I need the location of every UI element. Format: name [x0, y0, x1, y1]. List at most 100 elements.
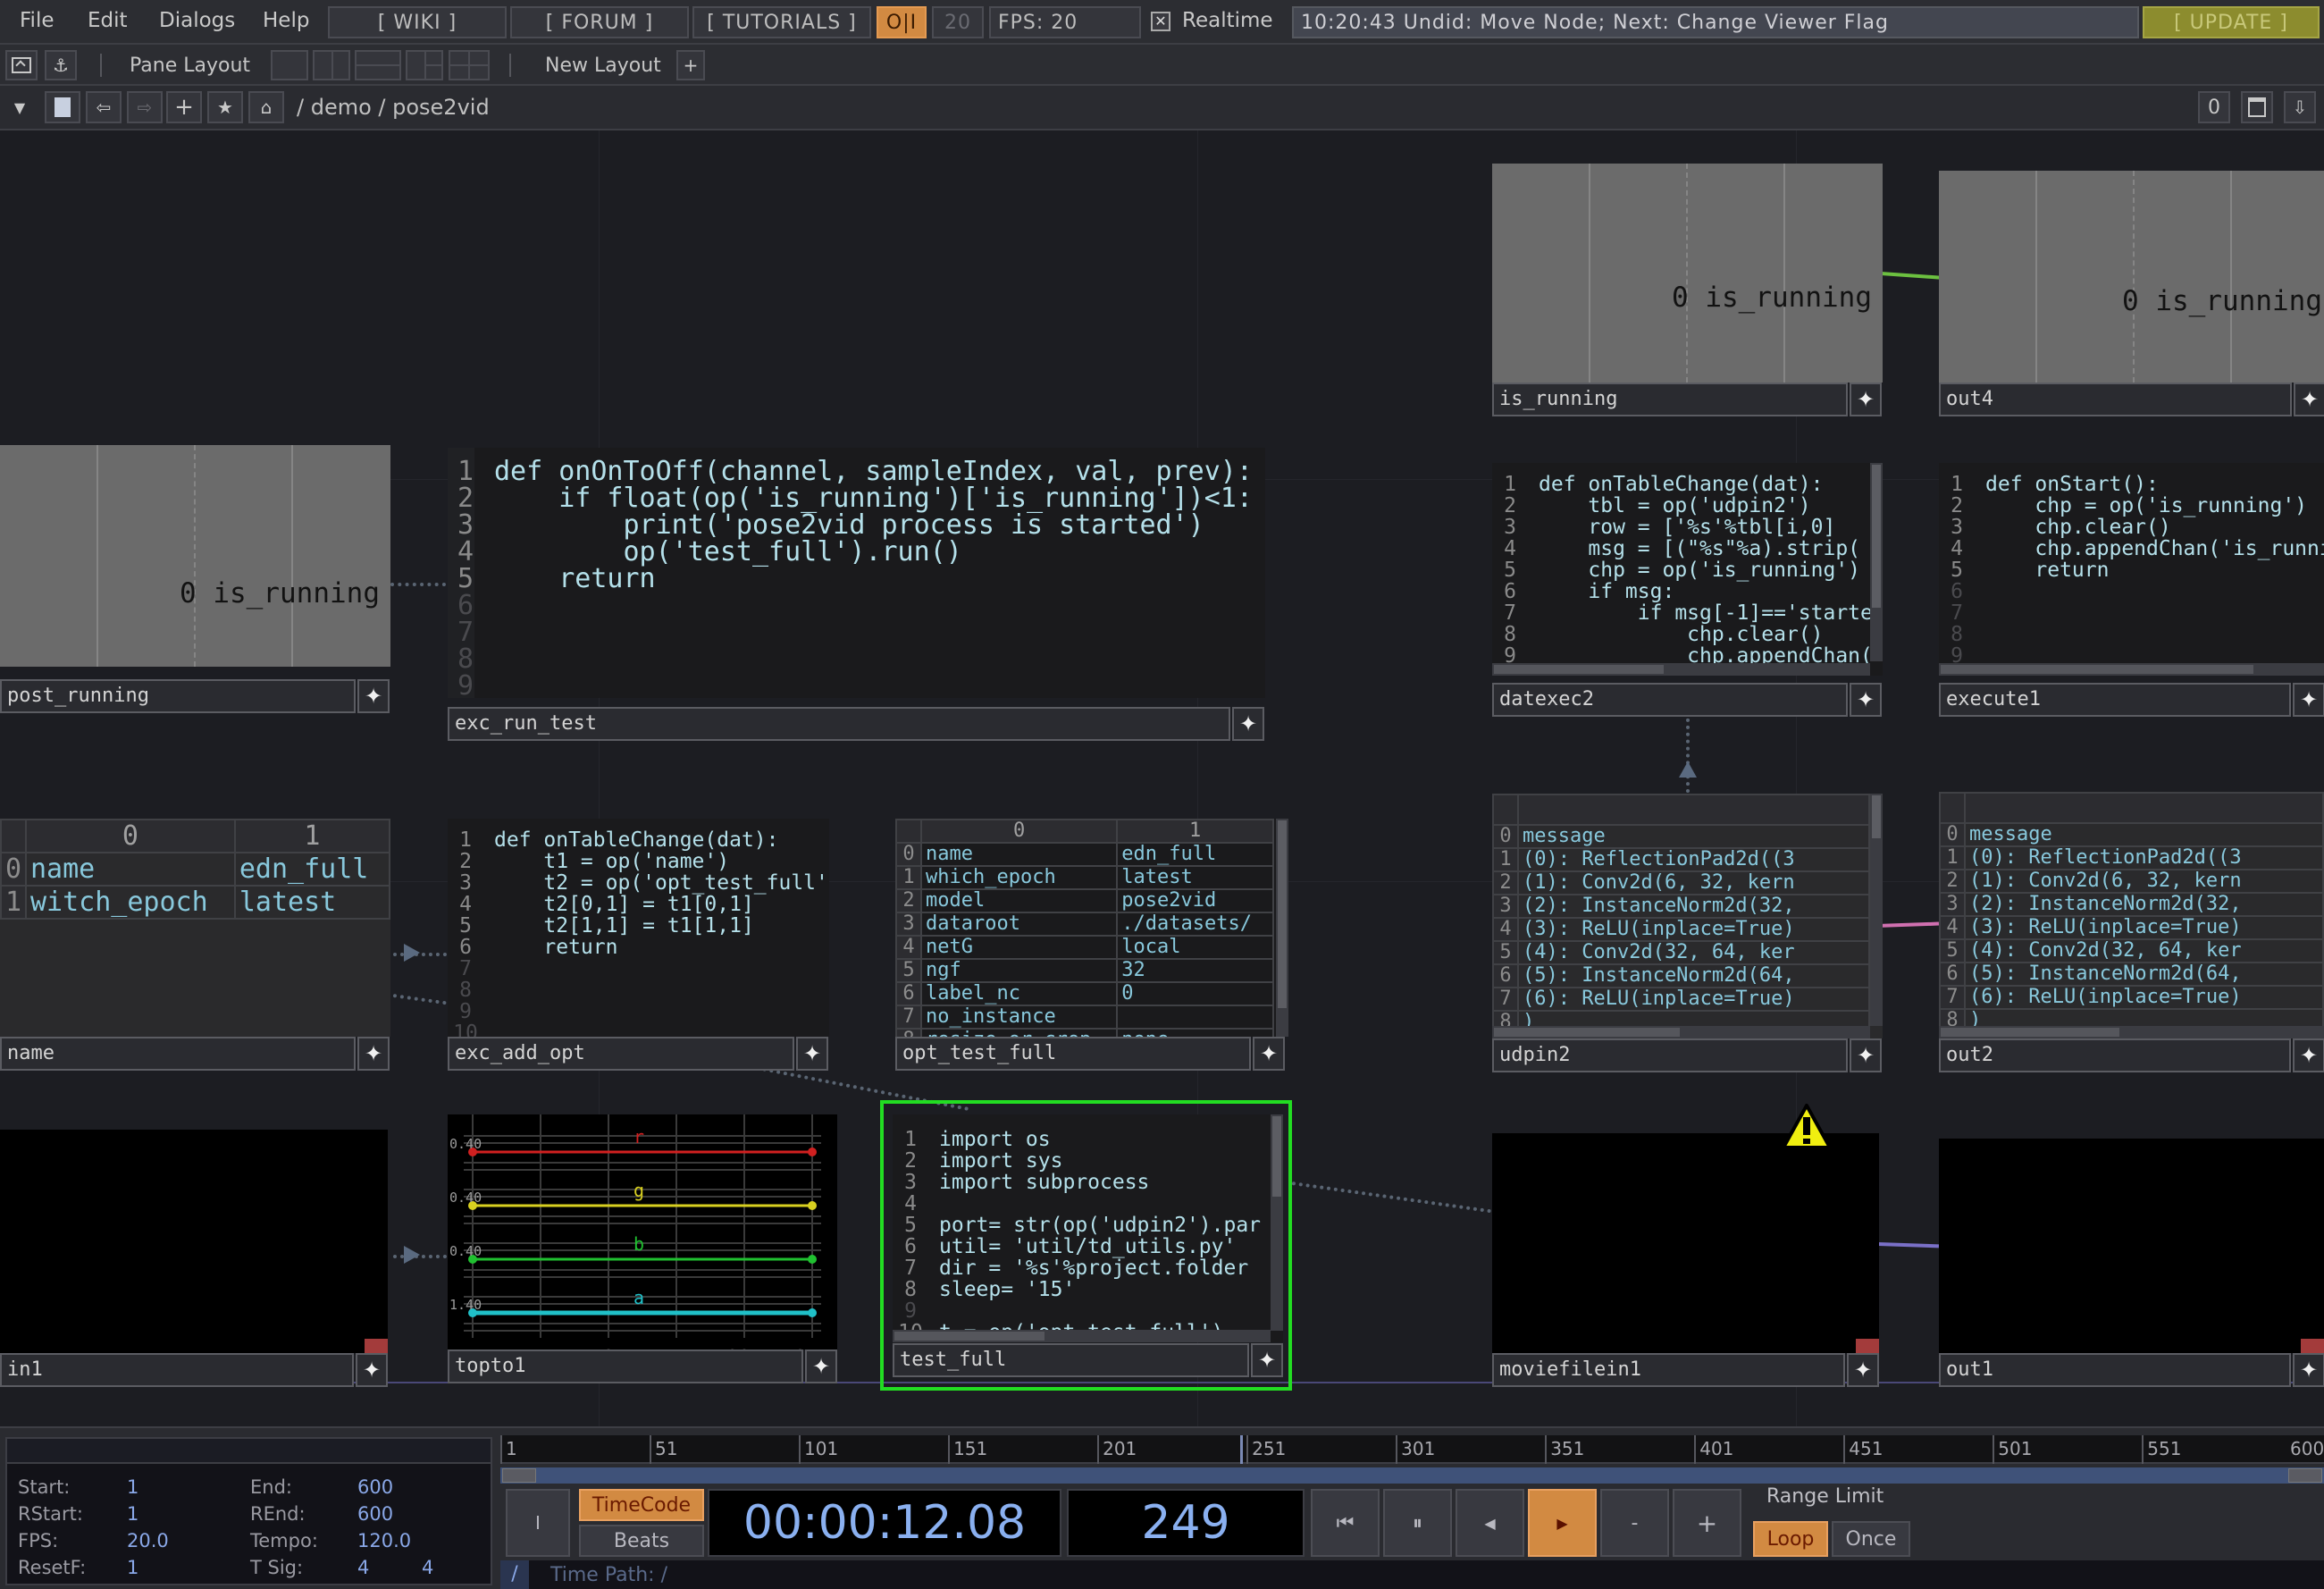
viewer-toggle-icon[interactable]: ✦ [2293, 1038, 2324, 1072]
node-post-running[interactable]: 0 is_running post_running ✦ [0, 445, 390, 713]
viewer-toggle-icon[interactable]: ✦ [1850, 683, 1882, 717]
end-value[interactable]: 600 [357, 1476, 393, 1498]
range-start-handle[interactable] [502, 1468, 536, 1483]
node-name-label[interactable]: in1 [0, 1353, 354, 1387]
node-name-label[interactable]: opt_test_full [895, 1037, 1251, 1071]
home-button[interactable]: ⌂ [248, 91, 284, 123]
viewer-toggle-icon[interactable]: ✦ [796, 1037, 828, 1071]
layout-three-pane-button[interactable] [406, 50, 443, 80]
viewer-toggle-icon[interactable]: ✦ [1847, 1353, 1879, 1387]
layout-single-button[interactable] [271, 50, 308, 80]
table-cell[interactable]: pose2vid [1116, 888, 1274, 913]
timeline-ruler[interactable]: 1 51 101 151 201 251 301 351 401 451 501 551 600 [500, 1435, 2324, 1464]
pane-anchor-button[interactable]: ⚓ [45, 50, 77, 80]
perform-mode-toggle[interactable]: O|I [877, 6, 927, 38]
menu-file[interactable]: File [20, 9, 55, 32]
table-cell[interactable]: (3): ReLU(inplace=True) [1517, 917, 1870, 942]
node-name-label[interactable]: out2 [1939, 1038, 2291, 1072]
layout-quad-button[interactable] [449, 50, 490, 80]
table-cell[interactable]: local [1116, 935, 1274, 960]
fps-value[interactable]: 20.0 [127, 1530, 169, 1551]
column-header[interactable]: 0 [919, 819, 1119, 844]
step-back-button[interactable]: - [1600, 1489, 1669, 1557]
network-path[interactable]: / demo / pose2vid [297, 95, 490, 120]
node-name-label[interactable]: moviefilein1 [1492, 1353, 1845, 1387]
table-cell[interactable]: (0): ReflectionPad2d((3 [1517, 847, 1870, 872]
table-cell[interactable]: (6): ReLU(inplace=True) [1517, 987, 1870, 1012]
table-cell[interactable]: which_epoch [919, 865, 1119, 890]
column-header[interactable]: 1 [1116, 819, 1274, 844]
menu-help[interactable]: Help [263, 9, 309, 32]
viewer-toggle-icon[interactable]: ✦ [357, 679, 390, 713]
step-forward-button[interactable]: + [1673, 1489, 1741, 1557]
node-name-label[interactable]: exc_run_test [448, 707, 1230, 741]
frame-display[interactable]: 249 [1067, 1489, 1305, 1557]
node-exc-run-test[interactable]: 1 def onOnToOff(channel, sampleIndex, val… [448, 448, 1265, 741]
timeline-range-bar[interactable] [500, 1467, 2324, 1484]
column-header[interactable]: 0 [25, 819, 236, 853]
time-path-button[interactable]: / [500, 1560, 529, 1589]
node-name-label[interactable]: out4 [1939, 383, 2292, 416]
node-out4[interactable]: 0 is_running out4 ✦ [1939, 171, 2324, 416]
bookmark-button[interactable]: ★ [207, 91, 243, 123]
table-cell[interactable]: (6): ReLU(inplace=True) [1964, 985, 2324, 1010]
forward-button[interactable]: ⇨ [127, 91, 163, 123]
node-is-running[interactable]: 0 is_running is_running ✦ [1492, 164, 1883, 416]
timecode-toggle[interactable]: TimeCode [579, 1489, 704, 1521]
table-cell[interactable]: edn_full [1116, 842, 1274, 867]
table-cell[interactable]: (2): InstanceNorm2d(32, [1964, 892, 2324, 917]
vertical-scrollbar[interactable] [1276, 819, 1288, 1037]
node-out2[interactable]: 0 message 1 (0): ReflectionPad2d((3 2 (1): … [1939, 792, 2324, 1072]
node-in1[interactable]: in1 ✦ [0, 1130, 388, 1387]
layout-split-horizontal-button[interactable] [355, 50, 401, 80]
table-cell[interactable]: dataroot [919, 912, 1119, 937]
node-name[interactable]: 0 1 0 name edn_full 1 witch_epoch latest name ✦ [0, 819, 390, 1071]
horizontal-scrollbar[interactable] [893, 1330, 1271, 1342]
rend-value[interactable]: 600 [357, 1503, 393, 1525]
table-cell[interactable]: (5): InstanceNorm2d(64, [1964, 962, 2324, 987]
network-editor[interactable]: 0 is_running is_running ✦ 0 is_running o… [0, 130, 2324, 1426]
table-cell[interactable] [1116, 1005, 1274, 1030]
horizontal-scrollbar[interactable] [1492, 663, 1870, 676]
node-out1[interactable]: out1 ✦ [1939, 1139, 2324, 1387]
timeline-cursor-button[interactable]: I [506, 1489, 570, 1557]
play-reverse-button[interactable]: ◀ [1456, 1489, 1524, 1557]
beats-toggle[interactable]: Beats [579, 1525, 704, 1557]
table-cell[interactable]: witch_epoch [25, 885, 236, 920]
viewer-toggle-icon[interactable]: ✦ [1850, 383, 1882, 416]
viewer-toggle-icon[interactable]: ✦ [1850, 1038, 1882, 1072]
table-cell[interactable]: (1): Conv2d(6, 32, kern [1964, 869, 2324, 894]
node-opt-test-full[interactable]: 0 1 0 name edn_full 1 which_epoch latest 2 model p… [895, 819, 1288, 1071]
play-button[interactable]: ▶ [1528, 1489, 1597, 1557]
back-button[interactable]: ⇦ [86, 91, 122, 123]
pause-button[interactable]: ⏸ [1383, 1489, 1452, 1557]
fps-target[interactable]: 20 [932, 6, 984, 38]
viewer-toggle-icon[interactable]: ✦ [357, 1037, 390, 1071]
table-cell[interactable]: (4): Conv2d(32, 64, ker [1964, 938, 2324, 963]
viewer-toggle-icon[interactable]: ✦ [805, 1349, 837, 1383]
node-name-label[interactable]: test_full [893, 1343, 1249, 1377]
layout-split-vertical-button[interactable] [313, 50, 350, 80]
table-cell[interactable]: message [1517, 824, 1870, 849]
vertical-scrollbar[interactable] [1870, 463, 1883, 661]
node-moviefilein1[interactable]: moviefilein1 ✦ [1492, 1133, 1879, 1387]
node-name-label[interactable]: execute1 [1939, 683, 2291, 717]
pane-menu-button[interactable]: ▼ [2, 91, 38, 123]
table-cell[interactable]: no_instance [919, 1005, 1119, 1030]
table-cell[interactable]: latest [233, 885, 390, 920]
menu-edit[interactable]: Edit [88, 9, 128, 32]
loop-toggle[interactable]: Loop [1753, 1521, 1828, 1557]
viewer-toggle-icon[interactable]: ✦ [2294, 383, 2324, 416]
node-udpin2[interactable]: 0 message 1 (0): ReflectionPad2d((3 2 (1): … [1492, 794, 1883, 1072]
start-value[interactable]: 1 [127, 1476, 138, 1498]
node-name-label[interactable]: out1 [1939, 1353, 2291, 1387]
table-cell[interactable]: message [1964, 822, 2324, 847]
node-name-label[interactable]: name [0, 1037, 356, 1071]
horizontal-scrollbar[interactable] [1939, 663, 2324, 676]
table-cell[interactable]: name [25, 852, 236, 887]
table-cell[interactable]: ./datasets/ [1116, 912, 1274, 937]
table-cell[interactable]: (3): ReLU(inplace=True) [1964, 915, 2324, 940]
update-button[interactable]: [ UPDATE ] [2143, 6, 2320, 38]
node-exc-add-opt[interactable]: 1 def onTableChange(dat): 2 t1 = op('name'… [448, 819, 829, 1071]
table-cell[interactable]: label_nc [919, 981, 1119, 1006]
